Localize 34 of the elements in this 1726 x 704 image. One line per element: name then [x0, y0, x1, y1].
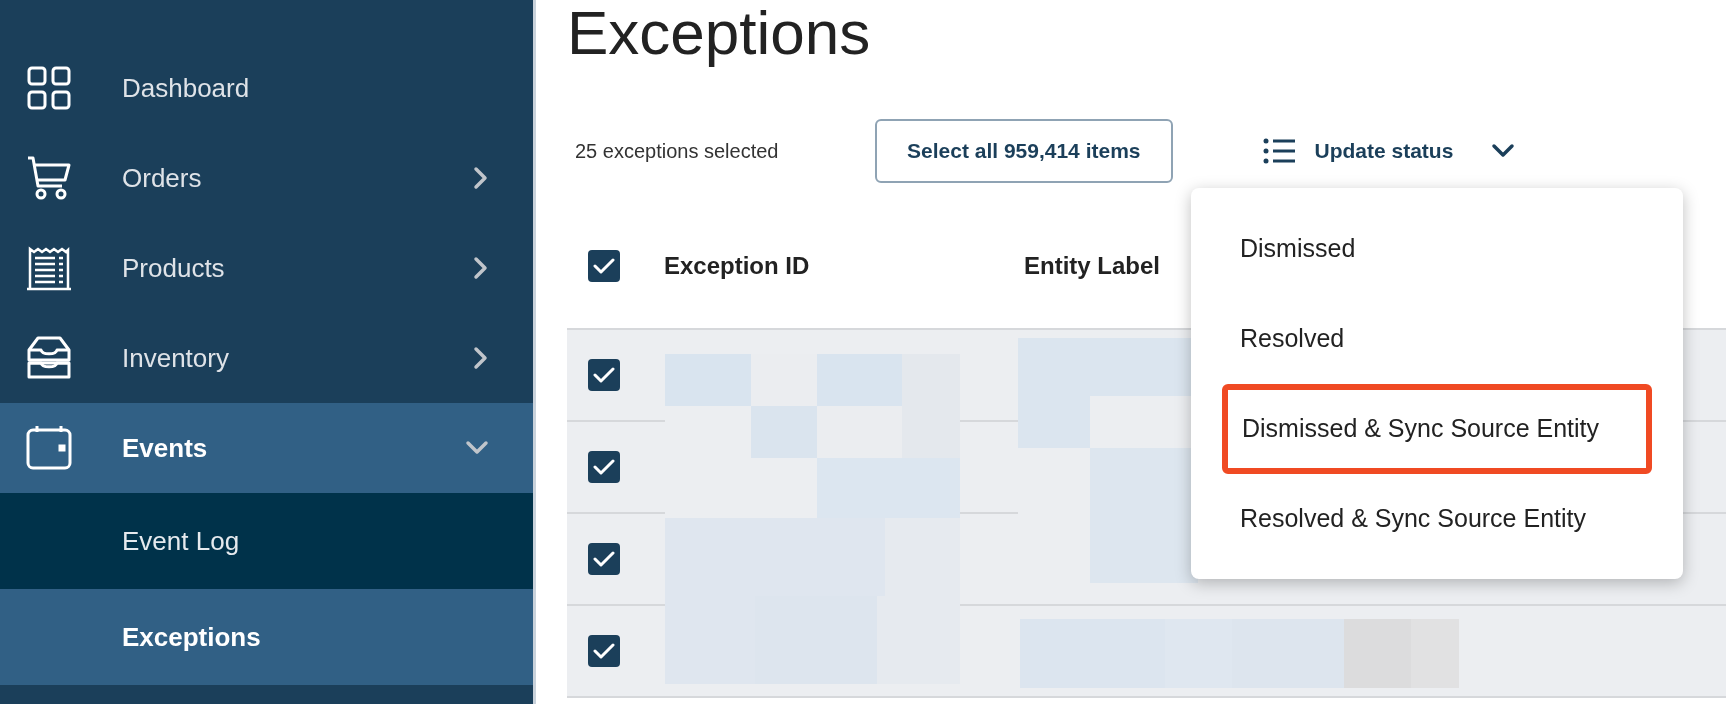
column-header: Exception ID — [664, 251, 811, 281]
menu-item[interactable]: Resolved — [1191, 293, 1683, 384]
update-status-button[interactable]: Update status — [1262, 135, 1516, 167]
inbox-tray-icon — [26, 335, 72, 381]
menu-item[interactable]: Dismissed & Sync Source Entity — [1222, 383, 1652, 474]
chevron-right-icon — [473, 166, 489, 190]
menu-item[interactable]: Dismissed — [1191, 203, 1683, 294]
chevron-down-icon — [465, 440, 489, 456]
checkbox[interactable] — [588, 359, 620, 391]
check-icon — [593, 642, 615, 660]
sidebar-item[interactable]: Events — [0, 403, 533, 493]
calendar-icon — [26, 425, 72, 471]
receipt-icon — [26, 245, 72, 291]
select-all-button[interactable]: Select all 959,414 items — [875, 119, 1173, 183]
check-icon — [593, 550, 615, 568]
checkbox[interactable] — [588, 250, 620, 282]
page-title: Exceptions — [567, 0, 871, 69]
selection-count: 25 exceptions selected — [575, 139, 780, 164]
menu-item[interactable]: Resolved & Sync Source Entity — [1191, 473, 1683, 564]
check-icon — [593, 366, 615, 384]
sidebar-subitem[interactable]: Exceptions — [0, 589, 533, 685]
check-icon — [593, 257, 615, 275]
checkbox[interactable] — [588, 451, 620, 483]
check-icon — [593, 458, 615, 476]
chevron-right-icon — [473, 346, 489, 370]
column-header: Entity Label — [1024, 251, 1162, 281]
chevron-down-icon — [1491, 143, 1516, 159]
grid-icon — [26, 65, 72, 111]
checkbox[interactable] — [588, 635, 620, 667]
list-icon — [1262, 138, 1295, 164]
checkbox[interactable] — [588, 543, 620, 575]
sidebar-subitem[interactable]: Event Log — [0, 493, 533, 589]
cart-icon — [26, 155, 72, 201]
chevron-right-icon — [473, 256, 489, 280]
